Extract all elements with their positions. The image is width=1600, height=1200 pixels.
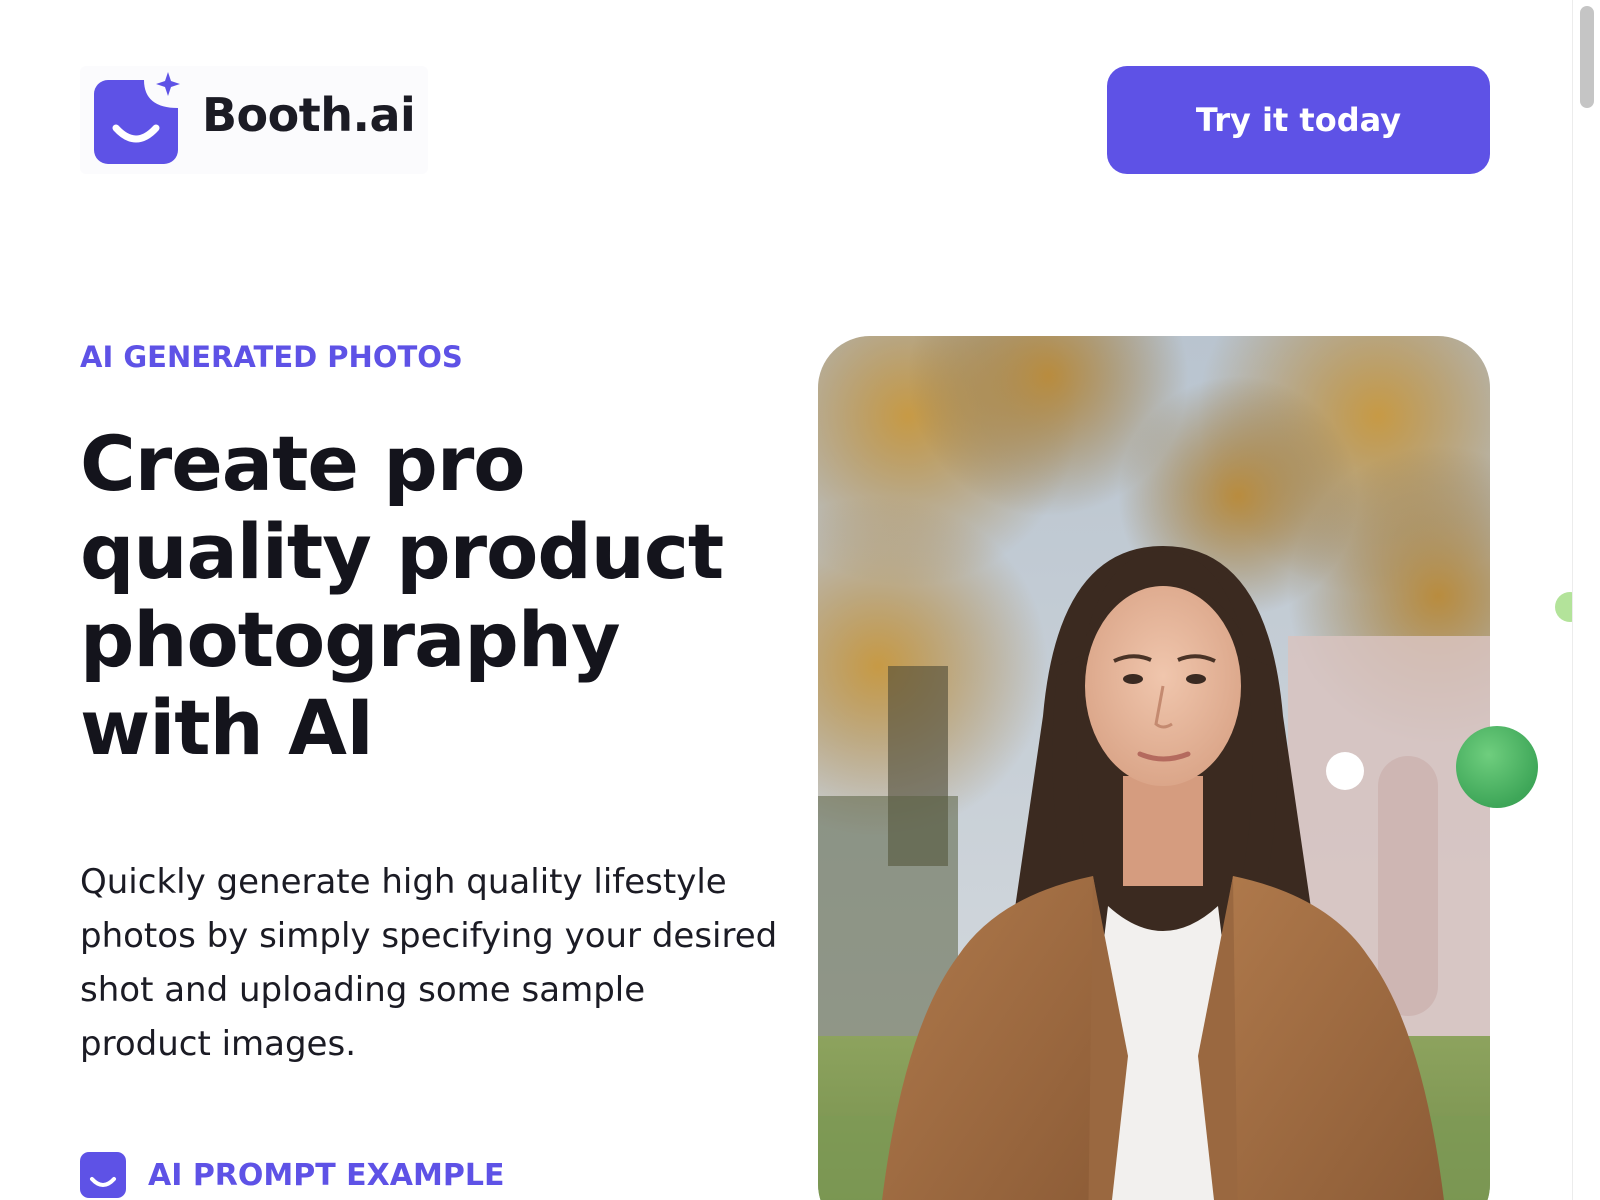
hero-eyebrow: AI GENERATED PHOTOS bbox=[80, 340, 463, 374]
scrollbar-track[interactable] bbox=[1572, 0, 1600, 1200]
portrait-illustration bbox=[818, 336, 1490, 1200]
scrollbar-thumb[interactable] bbox=[1580, 6, 1594, 108]
hero-title-line: Create pro bbox=[80, 419, 526, 508]
logo-text: Booth.ai bbox=[202, 88, 416, 142]
prompt-label: AI PROMPT EXAMPLE bbox=[148, 1157, 505, 1193]
ai-prompt-example-heading: AI PROMPT EXAMPLE bbox=[80, 1152, 504, 1198]
landing-page: Booth.ai Try it today AI GENERATED PHOTO… bbox=[0, 0, 1600, 1200]
decorative-dot bbox=[1326, 752, 1364, 790]
hero-title: Create pro quality product photography w… bbox=[80, 420, 780, 772]
hero-description: Quickly generate high quality lifestyle … bbox=[80, 862, 778, 1064]
smile-bag-icon bbox=[80, 1152, 126, 1198]
decorative-dot bbox=[1456, 726, 1538, 808]
logo-link[interactable]: Booth.ai bbox=[80, 66, 428, 174]
try-it-today-button[interactable]: Try it today bbox=[1107, 66, 1490, 174]
hero-title-line: quality product bbox=[80, 507, 724, 596]
logo-icon bbox=[94, 72, 180, 164]
hero-title-line: photography bbox=[80, 595, 620, 684]
hero-photo bbox=[818, 336, 1490, 1200]
hero-title-line: with AI bbox=[80, 683, 374, 772]
